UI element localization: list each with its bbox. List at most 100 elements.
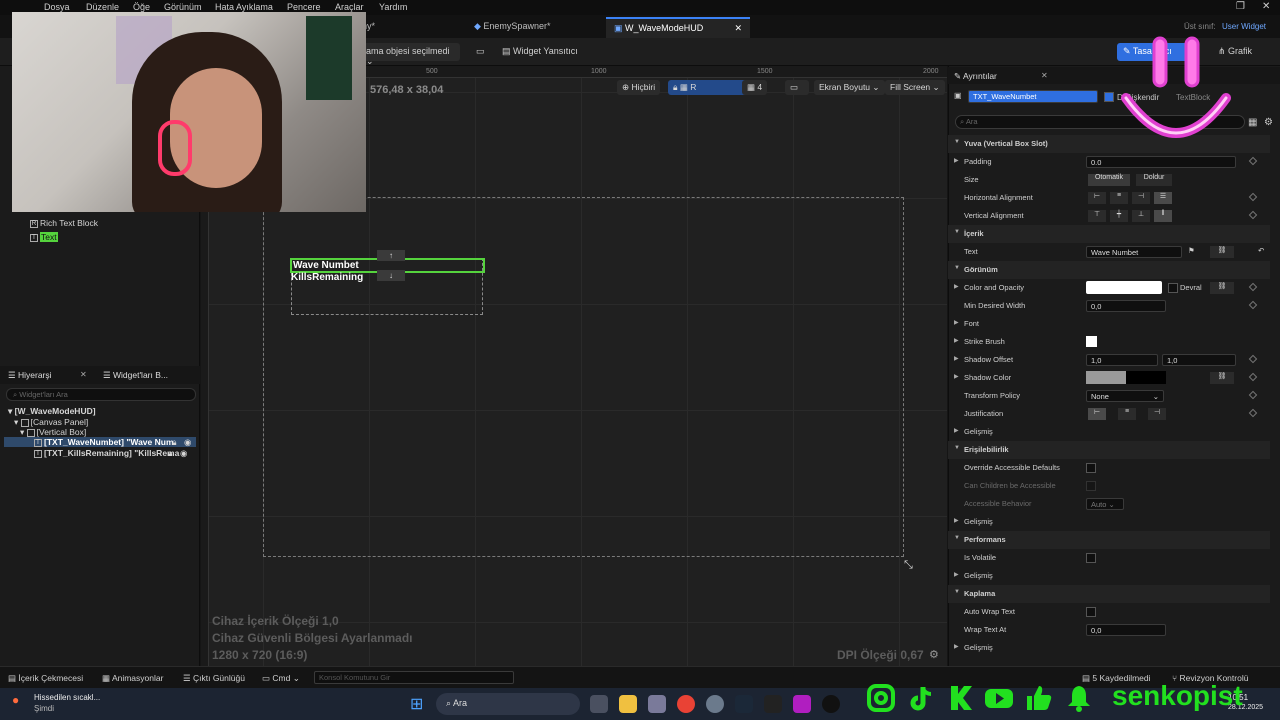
move-down-arrow-icon[interactable]: ↓ xyxy=(377,270,405,281)
close-hierarchy-icon[interactable]: ✕ xyxy=(80,370,87,379)
camera-icon[interactable]: ▭ xyxy=(785,80,809,95)
tab-hierarchy[interactable]: ☰ Hiyerarşi xyxy=(8,370,52,381)
content-drawer-button[interactable]: ▤ İçerik Çekmecesi xyxy=(8,673,83,684)
none-locale-button[interactable]: ⊕ Hiçbiri xyxy=(617,80,661,95)
expand-icon[interactable]: ▶ xyxy=(954,283,959,290)
tab-wave-mode-hud[interactable]: ▣ W_WaveModeHUD ✕ xyxy=(606,17,750,38)
menu-help[interactable]: Yardım xyxy=(379,2,407,12)
tree-txt-kills-remaining[interactable]: T [TXT_KillsRemaining] "KillsRema 🔒︎ ◉ xyxy=(34,448,196,458)
eye-icon[interactable]: ◉ xyxy=(184,437,191,448)
expand-icon[interactable]: ▶ xyxy=(954,373,959,380)
align-middle-icon[interactable]: ┿ xyxy=(1110,210,1128,222)
screen-size-dropdown[interactable]: Ekran Boyutu ⌄ xyxy=(814,80,885,95)
reset-diamond-icon[interactable] xyxy=(1248,408,1258,418)
menu-window[interactable]: Pencere xyxy=(287,2,321,12)
section-wrapping[interactable]: ▼ Kaplama xyxy=(948,585,1270,603)
override-access-checkbox[interactable] xyxy=(1086,463,1096,473)
animations-button[interactable]: ▦ Animasyonlar xyxy=(102,673,163,684)
tree-root[interactable]: ▾ [W_WaveModeHUD] xyxy=(8,406,96,417)
auto-wrap-checkbox[interactable] xyxy=(1086,607,1096,617)
table-view-icon[interactable]: ▦ xyxy=(1248,117,1257,128)
menu-debug[interactable]: Hata Ayıklama xyxy=(215,2,273,12)
fill-screen-dropdown[interactable]: Fill Screen ⌄ xyxy=(885,80,945,95)
tab-enemy-spawner[interactable]: ◆ EnemySpawner* xyxy=(466,17,604,38)
widget-reflector-button[interactable]: ▤ Widget Yansıtıcı xyxy=(496,43,584,61)
align-center-icon[interactable]: ≡ xyxy=(1110,192,1128,204)
widget-name-input[interactable]: TXT_WaveNumbet xyxy=(968,90,1098,103)
expand-icon[interactable]: ▶ xyxy=(954,355,959,362)
prop-advanced[interactable]: ▶ Gelişmiş xyxy=(948,423,1270,441)
align-vfill-icon[interactable]: ‖ xyxy=(1154,210,1172,222)
move-up-arrow-icon[interactable]: ↑ xyxy=(377,250,405,261)
reset-diamond-icon[interactable] xyxy=(1248,372,1258,382)
selection-dropdown[interactable]: ama objesi seçilmedi ⌄ xyxy=(360,43,460,66)
store-icon[interactable] xyxy=(648,695,666,713)
grid-snap-value[interactable]: ▦ 4 xyxy=(742,80,768,95)
close-window-icon[interactable]: ✕ xyxy=(1262,1,1270,12)
section-appearance[interactable]: ▼ Görünüm xyxy=(948,261,1270,279)
tab-details[interactable]: ✎ Ayrıntılar xyxy=(954,71,997,82)
windows-start-icon[interactable]: ⊞ xyxy=(410,694,423,714)
file-explorer-icon[interactable] xyxy=(619,695,637,713)
color-swatch[interactable] xyxy=(1086,281,1162,294)
task-view-icon[interactable] xyxy=(590,695,608,713)
justify-center-icon[interactable]: ≡ xyxy=(1118,408,1136,420)
expand-icon[interactable]: ▶ xyxy=(954,157,959,164)
reset-arrow-icon[interactable]: ↶ xyxy=(1258,246,1264,255)
twitch-icon[interactable] xyxy=(793,695,811,713)
size-fill-button[interactable]: Doldur xyxy=(1136,174,1172,186)
epic-games-icon[interactable] xyxy=(764,695,782,713)
align-fill-icon[interactable]: ☰ xyxy=(1154,192,1172,204)
tree-txt-wave-number[interactable]: T [TXT_WaveNumbet] "Wave Num 🔒︎ ◉ xyxy=(4,437,196,447)
flag-icon[interactable]: ⚑ xyxy=(1188,246,1195,255)
reset-diamond-icon[interactable] xyxy=(1248,210,1258,220)
shadow-color-swatch[interactable] xyxy=(1086,371,1166,384)
align-top-icon[interactable]: ⊤ xyxy=(1088,210,1106,222)
section-content[interactable]: ▼ İçerik xyxy=(948,225,1270,243)
reset-diamond-icon[interactable] xyxy=(1248,156,1258,166)
menu-view[interactable]: Görünüm xyxy=(164,2,202,12)
steam-icon[interactable] xyxy=(735,695,753,713)
palette-text[interactable]: T Text xyxy=(30,232,58,242)
prop-advanced-4[interactable]: ▶ Gelişmiş xyxy=(948,639,1270,657)
kills-remaining-text[interactable]: KillsRemaining xyxy=(291,272,363,283)
tab-previous[interactable]: ny* xyxy=(354,17,464,38)
padding-input[interactable]: 0.0 xyxy=(1086,156,1236,168)
align-bottom-icon[interactable]: ⊥ xyxy=(1132,210,1150,222)
reset-diamond-icon[interactable] xyxy=(1248,300,1258,310)
section-performance[interactable]: ▼ Performans xyxy=(948,531,1270,549)
section-accessibility[interactable]: ▼ Erişilebilirlik xyxy=(948,441,1270,459)
bind-link-icon[interactable]: ⛓ xyxy=(1210,282,1234,294)
palette-rich-text-block[interactable]: R Rich Text Block xyxy=(30,218,98,228)
prop-advanced-2[interactable]: ▶ Gelişmiş xyxy=(948,513,1270,531)
reset-diamond-icon[interactable] xyxy=(1248,282,1258,292)
chrome-icon[interactable] xyxy=(677,695,695,713)
expand-icon[interactable]: ▶ xyxy=(954,337,959,344)
reset-diamond-icon[interactable] xyxy=(1248,192,1258,202)
expand-icon[interactable]: ▶ xyxy=(954,319,959,326)
unreal-engine-icon[interactable] xyxy=(822,695,840,713)
menu-file[interactable]: Dosya xyxy=(44,2,70,12)
justify-left-icon[interactable]: ⊢ xyxy=(1088,408,1106,420)
tab-bind-widgets[interactable]: ☰ Widget'ları B... xyxy=(103,370,168,381)
justify-right-icon[interactable]: ⊣ xyxy=(1148,408,1166,420)
size-auto-button[interactable]: Otomatik xyxy=(1088,174,1130,186)
menu-edit[interactable]: Düzenle xyxy=(86,2,119,12)
hierarchy-search-input[interactable]: ⌕ Widget'ları Ara xyxy=(6,388,196,401)
transform-policy-dropdown[interactable]: None ⌄ xyxy=(1086,390,1164,402)
bind-link-icon[interactable]: ⛓ xyxy=(1210,372,1234,384)
text-value-input[interactable]: Wave Numbet xyxy=(1086,246,1182,258)
resize-handle-icon[interactable]: ⤡ xyxy=(904,559,913,572)
reset-diamond-icon[interactable] xyxy=(1248,354,1258,364)
is-volatile-checkbox[interactable] xyxy=(1086,553,1096,563)
is-variable-checkbox[interactable] xyxy=(1104,92,1114,102)
shadow-y-input[interactable]: 1,0 xyxy=(1162,354,1236,366)
min-width-input[interactable]: 0,0 xyxy=(1086,300,1166,312)
eye-icon[interactable]: ◉ xyxy=(180,448,187,459)
restore-icon[interactable]: ❐ xyxy=(1236,1,1245,12)
shadow-x-input[interactable]: 1,0 xyxy=(1086,354,1158,366)
lock-icon[interactable]: 🔒︎ xyxy=(172,437,177,448)
console-input[interactable]: Konsol Komutunu Gir xyxy=(314,671,514,684)
gear-icon[interactable]: ⚙ xyxy=(929,648,939,661)
taskbar-search[interactable]: ⌕ Ara xyxy=(436,693,580,715)
